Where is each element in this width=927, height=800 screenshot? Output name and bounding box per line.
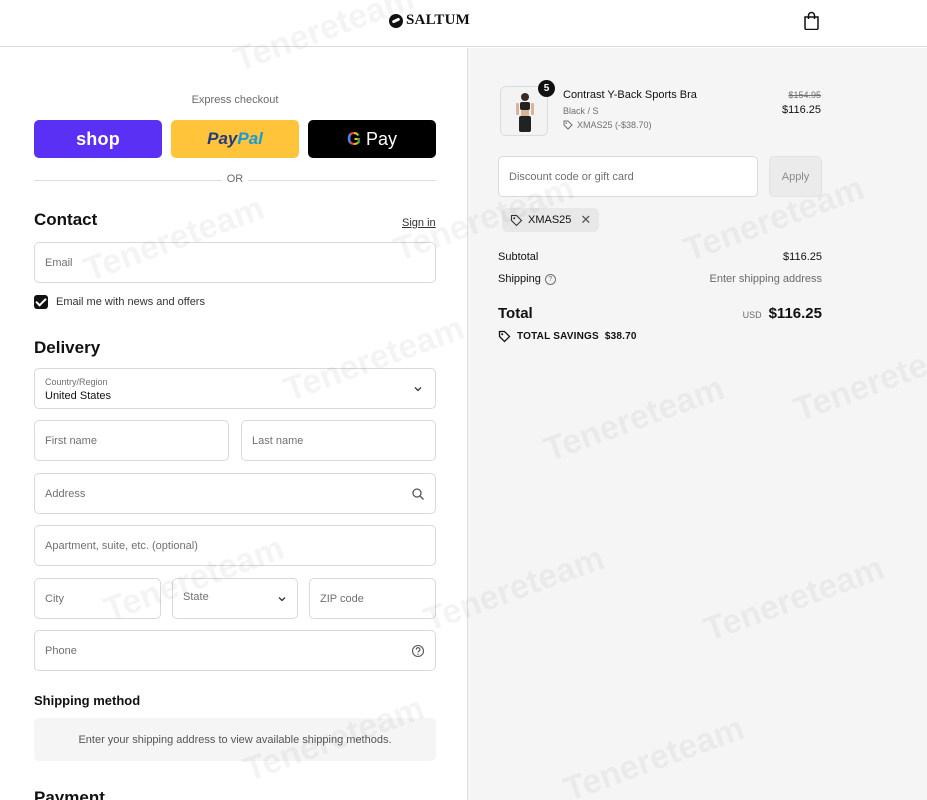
newsletter-label: Email me with news and offers	[56, 296, 205, 308]
state-placeholder: State	[183, 591, 209, 603]
phone-field[interactable]: Phone	[34, 630, 436, 671]
or-label: OR	[226, 173, 244, 185]
newsletter-checkbox[interactable]	[34, 295, 48, 309]
brand-logo[interactable]: SALTUM	[389, 12, 470, 29]
help-circle-icon[interactable]	[411, 644, 425, 658]
contact-title: Contact	[34, 210, 98, 229]
tag-icon	[563, 120, 573, 130]
total-savings-label: TOTAL SAVINGS	[517, 331, 599, 342]
country-select[interactable]: Country/Region United States	[34, 368, 436, 409]
country-value: United States	[45, 390, 112, 402]
subtotal-label: Subtotal	[498, 251, 539, 263]
checkout-form: Express checkout shop Pay Pal G Pay OR Con…	[0, 48, 467, 800]
order-summary: 5 Contrast Y-Back Sports Bra Black / S X…	[467, 48, 927, 800]
total-currency: USD	[742, 310, 762, 320]
remove-discount-icon[interactable]: ✕	[580, 212, 591, 228]
country-label: Country/Region	[45, 377, 108, 387]
email-placeholder: Email	[45, 257, 73, 269]
tag-icon	[510, 214, 523, 226]
applied-discount-code: XMAS25	[528, 214, 572, 226]
product-discount-label: XMAS25 (-$38.70)	[577, 120, 652, 130]
newsletter-option[interactable]: Email me with news and offers	[34, 295, 205, 309]
total-row: Total USD $116.25	[498, 305, 822, 322]
search-icon[interactable]	[411, 487, 425, 501]
zip-placeholder: ZIP code	[320, 593, 364, 605]
shipping-value: Enter shipping address	[709, 273, 822, 285]
header: SALTUM	[0, 0, 927, 47]
shipping-method-title: Shipping method	[34, 693, 141, 708]
payment-title: Payment	[34, 788, 105, 800]
or-divider: OR	[34, 173, 436, 187]
city-placeholder: City	[45, 593, 64, 605]
last-name-placeholder: Last name	[252, 435, 304, 447]
email-field[interactable]: Email	[34, 242, 436, 283]
paypal-button[interactable]: Pay Pal	[171, 120, 299, 158]
original-price: $154.95	[788, 90, 821, 100]
savings-tag-icon	[498, 330, 511, 343]
product-name: Contrast Y-Back Sports Bra	[563, 89, 697, 101]
total-label: Total	[498, 305, 533, 322]
shipping-row: Shipping? Enter shipping address	[498, 273, 822, 285]
discount-code-placeholder: Discount code or gift card	[509, 171, 634, 183]
google-pay-label: Pay	[365, 128, 398, 149]
shipping-label: Shipping	[498, 273, 541, 285]
apply-button[interactable]: Apply	[769, 156, 822, 197]
city-field[interactable]: City	[34, 578, 161, 619]
chevron-down-icon	[414, 387, 422, 392]
brand-name: SALTUM	[406, 12, 470, 28]
sign-in-link[interactable]: Sign in	[402, 217, 436, 229]
express-checkout-label: Express checkout	[191, 94, 279, 106]
apartment-placeholder: Apartment, suite, etc. (optional)	[45, 540, 198, 552]
total-savings-value: $38.70	[604, 331, 637, 342]
address-field[interactable]: Address	[34, 473, 436, 514]
chevron-down-icon	[278, 597, 286, 602]
help-circle-icon[interactable]: ?	[544, 273, 556, 285]
state-select[interactable]: State	[172, 578, 298, 619]
phone-placeholder: Phone	[45, 645, 77, 657]
product-discount: XMAS25 (-$38.70)	[563, 120, 652, 130]
paypal-label-part2: Pal	[237, 129, 263, 148]
subtotal-value: $116.25	[783, 251, 822, 263]
google-g-icon: G	[346, 128, 361, 149]
subtotal-row: Subtotal $116.25	[498, 251, 822, 263]
total-savings: TOTAL SAVINGS $38.70	[498, 330, 637, 343]
total-amount: $116.25	[768, 305, 822, 322]
product-variant: Black / S	[563, 106, 599, 116]
applied-discount-chip: XMAS25 ✕	[502, 208, 600, 232]
shop-pay-button[interactable]: shop	[34, 120, 162, 158]
paypal-label-part1: Pay	[207, 129, 238, 148]
first-name-placeholder: First name	[45, 435, 97, 447]
brand-mark-icon	[389, 13, 403, 28]
discounted-price: $116.25	[782, 104, 821, 116]
apartment-field[interactable]: Apartment, suite, etc. (optional)	[34, 525, 436, 566]
discount-code-input[interactable]: Discount code or gift card	[498, 156, 758, 197]
last-name-field[interactable]: Last name	[241, 420, 436, 461]
address-placeholder: Address	[45, 488, 86, 500]
shipping-method-message: Enter your shipping address to view avai…	[78, 733, 392, 746]
google-pay-button[interactable]: G Pay	[308, 120, 436, 158]
shopping-bag-icon[interactable]	[803, 11, 820, 30]
quantity-badge: 5	[538, 80, 555, 97]
delivery-title: Delivery	[34, 338, 101, 357]
zip-field[interactable]: ZIP code	[309, 578, 436, 619]
shop-pay-label: shop	[76, 128, 120, 149]
first-name-field[interactable]: First name	[34, 420, 229, 461]
shipping-method-notice: Enter your shipping address to view avai…	[34, 718, 436, 761]
